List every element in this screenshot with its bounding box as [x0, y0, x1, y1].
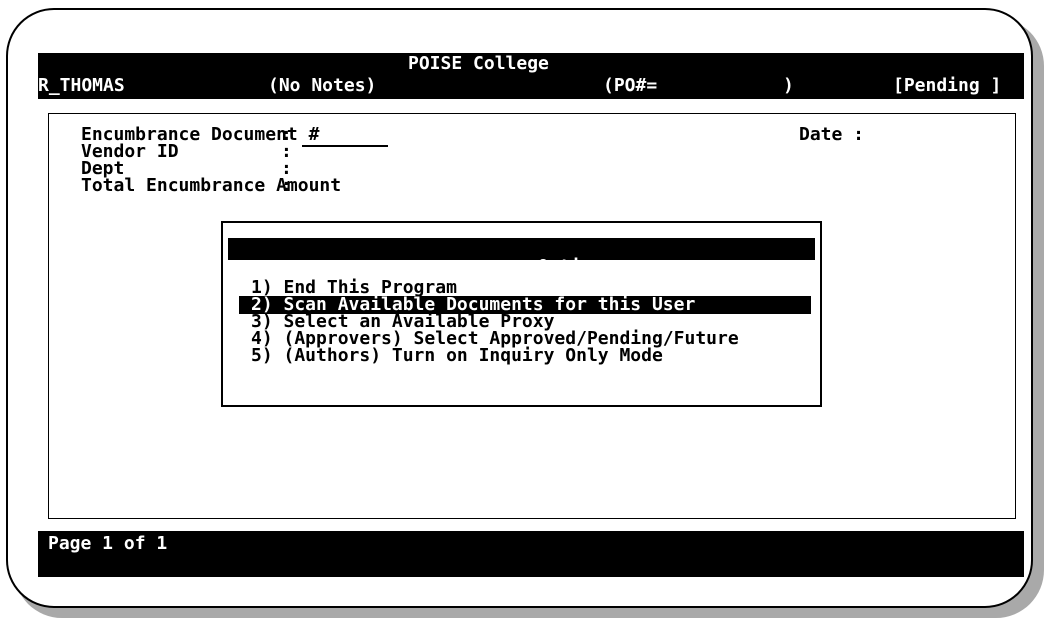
college-title: POISE College [408, 53, 549, 74]
po-number-label: (PO#= [603, 75, 658, 96]
po-number-close: ) [783, 75, 794, 96]
screenshot-page: POISE College R_THOMAS (No Notes) (PO#= … [0, 0, 1049, 626]
notes-indicator[interactable]: (No Notes) [268, 77, 376, 95]
status-badge: [Pending ] [893, 75, 1002, 96]
options-title: Options [537, 256, 614, 277]
user-id: R_THOMAS [38, 75, 125, 96]
header-bar: POISE College R_THOMAS (No Notes) (PO#= … [38, 53, 1024, 99]
total-amount-label: Total Encumbrance Amount [81, 175, 342, 196]
doc-number-field[interactable] [302, 145, 388, 147]
main-panel: Encumbrance Document # : Date : Vendor I… [48, 113, 1016, 519]
page-indicator: Page 1 of 1 [48, 533, 168, 554]
footer-bar: Page 1 of 1 [38, 531, 1024, 577]
options-dialog: Options 1) End This Program 2) Scan Avai… [221, 221, 822, 407]
total-amount-colon: : [281, 175, 292, 196]
options-title-bar: Options [228, 238, 815, 276]
terminal-frame: POISE College R_THOMAS (No Notes) (PO#= … [6, 8, 1033, 608]
date-label: Date : [799, 124, 865, 145]
option-inquiry-mode[interactable]: 5) (Authors) Turn on Inquiry Only Mode [251, 347, 663, 365]
